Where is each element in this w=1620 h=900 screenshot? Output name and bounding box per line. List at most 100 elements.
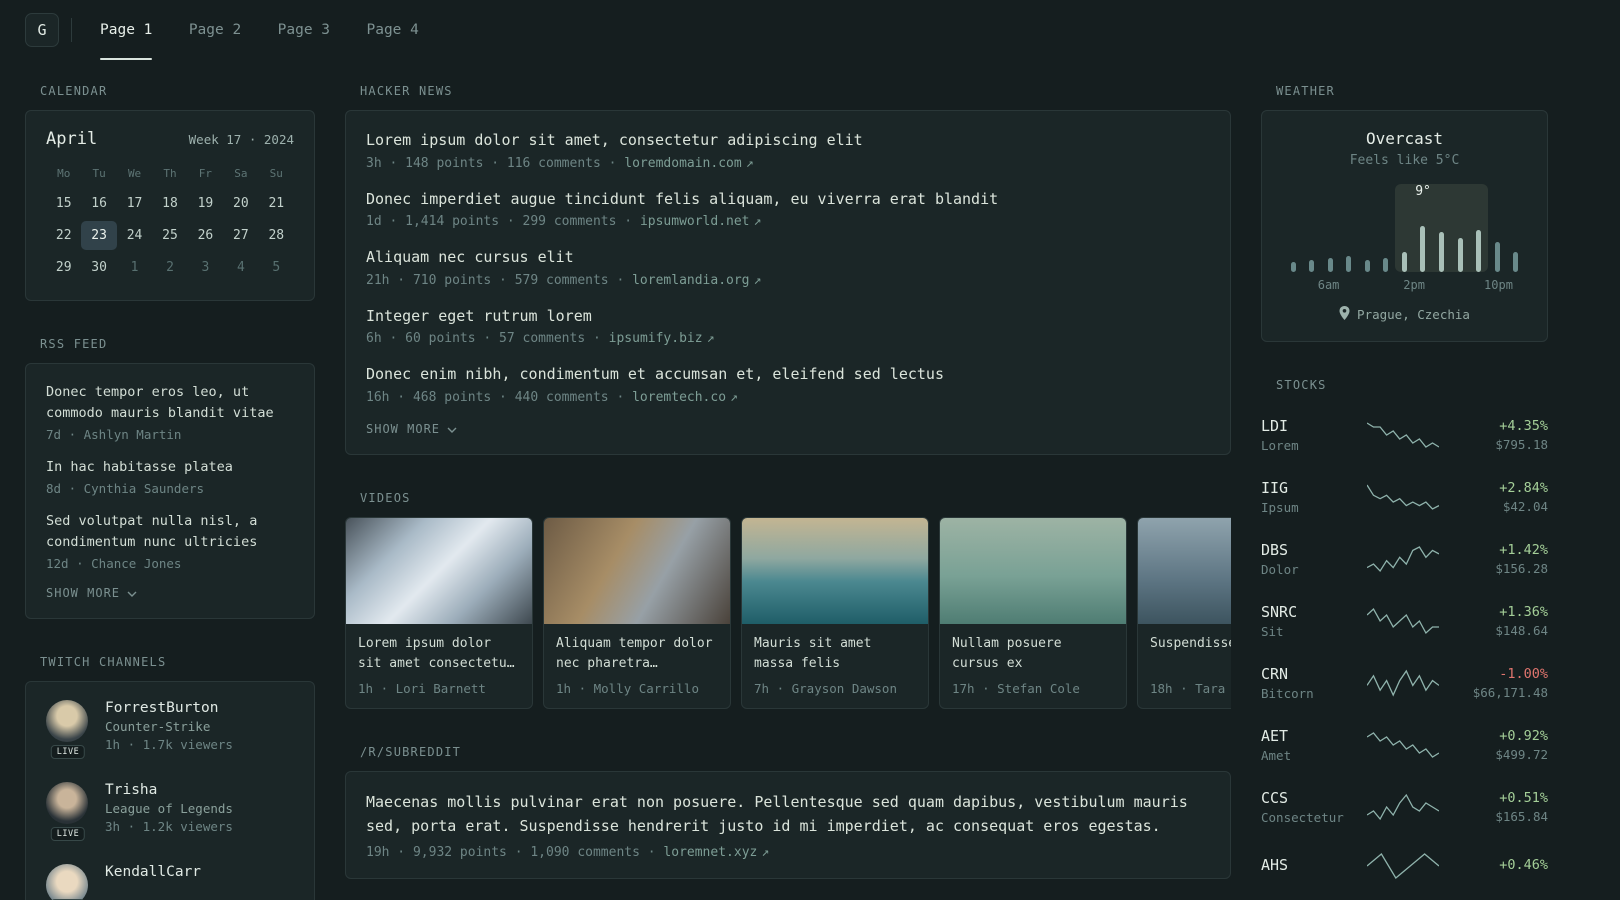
video-meta: 1h · Lori Barnett — [358, 680, 486, 696]
calendar-day: 18 — [162, 196, 178, 211]
hn-domain-link[interactable]: loremlandia.org — [632, 273, 749, 288]
tab-page-2[interactable]: Page 2 — [175, 0, 255, 60]
app-logo[interactable]: G — [25, 13, 59, 47]
stock-row[interactable]: IIG Ipsum +2.84% $42.04 — [1261, 466, 1548, 528]
tab-page-4[interactable]: Page 4 — [352, 0, 432, 60]
channel-name[interactable]: KendallCarr — [105, 864, 201, 880]
calendar-day: 15 — [55, 196, 72, 211]
stock-symbol: CCS — [1261, 789, 1289, 807]
video-thumbnail — [1138, 517, 1231, 624]
hn-item-title[interactable]: Aliquam nec cursus elit — [366, 246, 1210, 269]
calendar-day-next-month: 2 — [166, 260, 174, 275]
rss-item-title[interactable]: Sed volutpat nulla nisl, a condimentum n… — [46, 511, 294, 553]
rss-card: Donec tempor eros leo, ut commodo mauris… — [25, 363, 315, 619]
stock-row[interactable]: LDI Lorem +4.35% $795.18 — [1261, 404, 1548, 466]
avatar — [46, 699, 88, 742]
stock-row[interactable]: CCS Consectetur +0.51% $165.84 — [1261, 776, 1548, 838]
weather-bar — [1469, 184, 1488, 272]
stock-row[interactable]: AET Amet +0.92% $499.72 — [1261, 714, 1548, 776]
calendar-dow: Su — [269, 167, 283, 180]
twitch-channel[interactable]: LIVE Trisha League of Legends 3h · 1.2k … — [46, 781, 294, 841]
calendar-dow: Th — [163, 167, 177, 180]
weather-time-label: 10pm — [1484, 278, 1513, 292]
stock-change: +0.46% — [1499, 856, 1548, 873]
stock-right: +2.84% $42.04 — [1452, 480, 1548, 514]
hn-domain-link[interactable]: ipsumworld.net — [640, 214, 750, 229]
rss-item-meta: 8d · Cynthia Saunders — [46, 480, 205, 496]
live-badge: LIVE — [50, 744, 86, 759]
rss-item-meta: 12d · Chance Jones — [46, 555, 182, 571]
tab-page-3[interactable]: Page 3 — [264, 0, 344, 60]
center-column: HACKER NEWS Lorem ipsum dolor sit amet, … — [345, 84, 1231, 900]
channel-name[interactable]: Trisha — [105, 782, 233, 798]
hn-item-title[interactable]: Donec enim nibh, condimentum et accumsan… — [366, 363, 1210, 386]
calendar-day-next-month: 4 — [236, 260, 245, 275]
stock-change: +4.35% — [1499, 418, 1548, 434]
video-card[interactable]: Lorem ipsum dolor sit amet consectetu… 1… — [345, 516, 533, 709]
subreddit-domain-link[interactable]: loremnet.xyz — [663, 845, 757, 860]
tab-page-1[interactable]: Page 1 — [86, 0, 166, 60]
stock-sparkline — [1361, 420, 1444, 450]
weather-section-title: WEATHER — [1276, 84, 1335, 98]
stock-right: -1.00% $66,171.48 — [1452, 666, 1548, 700]
hacker-news-section-title: HACKER NEWS — [360, 84, 453, 98]
weather-chart: 9° — [1284, 184, 1525, 272]
stock-left: AHS — [1261, 856, 1353, 877]
weather-bar — [1395, 184, 1414, 272]
subreddit-post-title[interactable]: Maecenas mollis pulvinar erat non posuer… — [366, 790, 1210, 838]
calendar-week-year-label: Week 17 · 2024 — [188, 132, 294, 147]
hn-domain-link[interactable]: loremdomain.com — [624, 156, 741, 171]
rss-item: In hac habitasse platea 8d · Cynthia Sau… — [46, 457, 294, 496]
twitch-channel[interactable]: LIVE KendallCarr — [46, 863, 294, 900]
twitch-channel[interactable]: LIVE ForrestBurton Counter-Strike 1h · 1… — [46, 699, 294, 759]
subreddit-widget: /R/SUBREDDIT Maecenas mollis pulvinar er… — [345, 745, 1231, 879]
subreddit-meta-text: 19h · 9,932 points · 1,090 comments · — [366, 844, 664, 860]
calendar-header: April Week 17 · 2024 — [46, 129, 294, 149]
stock-right: +1.36% $148.64 — [1452, 604, 1548, 638]
rss-section-title: RSS FEED — [40, 337, 108, 351]
video-card[interactable]: Suspendisse diam 18h · Tara — [1137, 516, 1231, 709]
channel-category: League of Legends — [105, 800, 233, 816]
external-link-icon: ↗ — [730, 389, 738, 405]
hn-item: Aliquam nec cursus elit 21h · 710 points… — [366, 246, 1210, 288]
hn-item-title[interactable]: Lorem ipsum dolor sit amet, consectetur … — [366, 129, 1210, 152]
channel-name[interactable]: ForrestBurton — [105, 700, 233, 716]
video-title: Nullam posuere cursus ex — [952, 635, 1062, 671]
rss-show-more-button[interactable]: SHOW MORE — [46, 586, 137, 600]
weather-bar — [1377, 184, 1396, 272]
channel-info: Trisha League of Legends 3h · 1.2k viewe… — [105, 782, 233, 834]
hn-show-more-button[interactable]: SHOW MORE — [366, 422, 457, 436]
stock-row[interactable]: CRN Bitcorn -1.00% $66,171.48 — [1261, 652, 1548, 714]
stock-left: CRN Bitcorn — [1261, 665, 1353, 701]
external-link-icon: ↗ — [745, 155, 754, 171]
hn-item: Integer eget rutrum lorem 6h · 60 points… — [366, 305, 1210, 347]
stock-row[interactable]: SNRC Sit +1.36% $148.64 — [1261, 590, 1548, 652]
hn-item: Donec imperdiet augue tincidunt felis al… — [366, 188, 1210, 230]
hn-item-title[interactable]: Integer eget rutrum lorem — [366, 305, 1210, 328]
rss-item-title[interactable]: Donec tempor eros leo, ut commodo mauris… — [46, 382, 294, 424]
hn-domain-link[interactable]: ipsumify.biz — [609, 331, 703, 346]
stock-row[interactable]: AHS +0.46% — [1261, 838, 1548, 894]
videos-section-title: VIDEOS — [360, 490, 411, 505]
hn-domain-link[interactable]: loremtech.co — [632, 390, 726, 405]
hn-item-meta: 3h · 148 points · 116 comments · loremdo… — [366, 156, 1210, 171]
video-card[interactable]: Mauris sit amet massa felis 7h · Grayson… — [741, 516, 929, 709]
right-column: WEATHER Overcast Feels like 5°C 9° 6am 2p… — [1261, 84, 1548, 900]
rss-item-title[interactable]: In hac habitasse platea — [46, 457, 294, 478]
calendar-day: 17 — [126, 196, 143, 211]
video-card[interactable]: Nullam posuere cursus ex 17h · Stefan Co… — [939, 516, 1127, 709]
stock-right: +0.51% $165.84 — [1452, 790, 1548, 824]
rss-show-more-label: SHOW MORE — [46, 585, 121, 600]
hn-item-meta: 16h · 468 points · 440 comments · loremt… — [366, 390, 1210, 405]
rss-item-meta: 7d · Ashlyn Martin — [46, 426, 182, 442]
hn-item-title[interactable]: Donec imperdiet augue tincidunt felis al… — [366, 188, 1210, 211]
stock-name: Amet — [1261, 748, 1292, 763]
dashboard: CALENDAR April Week 17 · 2024 Mo Tu We T… — [0, 60, 1620, 900]
stock-price: $795.18 — [1495, 437, 1548, 452]
weather-time-label: 2pm — [1403, 278, 1425, 292]
video-card[interactable]: Aliquam tempor dolor nec pharetra… 1h · … — [543, 516, 731, 709]
stock-change: +0.51% — [1499, 790, 1548, 806]
stock-symbol: AET — [1261, 727, 1289, 745]
weather-bar — [1321, 184, 1340, 272]
stock-row[interactable]: DBS Dolor +1.42% $156.28 — [1261, 528, 1548, 590]
